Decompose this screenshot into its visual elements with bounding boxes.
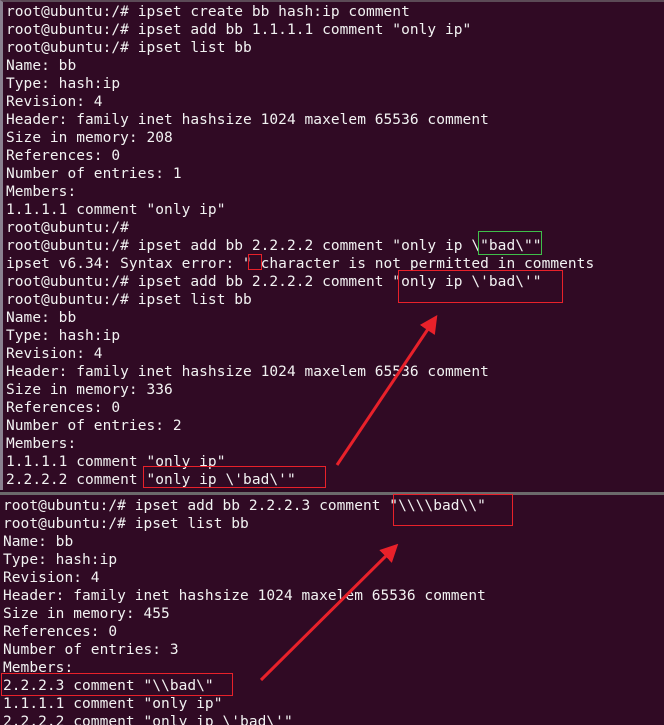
terminal-line: Type: hash:ip <box>6 328 121 344</box>
terminal-line: 2.2.2.3 comment "\\bad\" <box>3 678 214 694</box>
terminal-line: root@ubuntu:/# <box>6 220 129 236</box>
terminal-line: Number of entries: 2 <box>6 418 182 434</box>
terminal-line: root@ubuntu:/# ipset add bb 2.2.2.3 comm… <box>3 498 486 514</box>
terminal-line: Type: hash:ip <box>6 76 121 92</box>
terminal-line: Header: family inet hashsize 1024 maxele… <box>6 112 489 128</box>
terminal-line: 1.1.1.1 comment "only ip" <box>6 454 226 470</box>
terminal-line: Revision: 4 <box>3 570 100 586</box>
terminal-line: root@ubuntu:/# ipset add bb 2.2.2.2 comm… <box>6 274 542 290</box>
terminal-line: Size in memory: 455 <box>3 606 170 622</box>
terminal-line: root@ubuntu:/# ipset create bb hash:ip c… <box>6 4 410 20</box>
terminal-line: Size in memory: 208 <box>6 130 173 146</box>
terminal-output-top: root@ubuntu:/# ipset create bb hash:ip c… <box>6 3 594 489</box>
terminal-line: Name: bb <box>3 534 74 550</box>
terminal-line: Header: family inet hashsize 1024 maxele… <box>3 588 486 604</box>
terminal-line: Size in memory: 336 <box>6 382 173 398</box>
terminal-line: Number of entries: 3 <box>3 642 179 658</box>
terminal-line: root@ubuntu:/# ipset add bb 2.2.2.2 comm… <box>6 238 542 254</box>
terminal-line: 1.1.1.1 comment "only ip" <box>3 696 223 712</box>
terminal-line: Type: hash:ip <box>3 552 118 568</box>
terminal-line: root@ubuntu:/# ipset add bb 1.1.1.1 comm… <box>6 22 472 38</box>
terminal-line: 2.2.2.2 comment "only ip \'bad\'" <box>6 472 296 488</box>
terminal-line: root@ubuntu:/# ipset list bb <box>6 40 252 56</box>
terminal-line: 1.1.1.1 comment "only ip" <box>6 202 226 218</box>
terminal-line: References: 0 <box>3 624 118 640</box>
terminal-output-bottom: root@ubuntu:/# ipset add bb 2.2.2.3 comm… <box>3 497 486 725</box>
terminal-line: Members: <box>6 184 77 200</box>
terminal-line: Name: bb <box>6 58 77 74</box>
terminal-line: References: 0 <box>6 148 121 164</box>
terminal-window-bottom: root@ubuntu:/# ipset add bb 2.2.2.3 comm… <box>0 492 664 725</box>
terminal-line: Members: <box>3 660 74 676</box>
terminal-window-top: root@ubuntu:/# ipset create bb hash:ip c… <box>0 0 664 490</box>
terminal-line: Number of entries: 1 <box>6 166 182 182</box>
terminal-line-error: ipset v6.34: Syntax error: " character i… <box>6 256 595 272</box>
terminal-line: Revision: 4 <box>6 94 103 110</box>
terminal-line: Revision: 4 <box>6 346 103 362</box>
terminal-line: root@ubuntu:/# ipset list bb <box>3 516 249 532</box>
terminal-line: 2.2.2.2 comment "only ip \'bad\'" <box>3 714 293 725</box>
terminal-line: References: 0 <box>6 400 121 416</box>
terminal-line: root@ubuntu:/# ipset list bb <box>6 292 252 308</box>
terminal-line: Header: family inet hashsize 1024 maxele… <box>6 364 489 380</box>
terminal-line: Name: bb <box>6 310 77 326</box>
terminal-line: Members: <box>6 436 77 452</box>
